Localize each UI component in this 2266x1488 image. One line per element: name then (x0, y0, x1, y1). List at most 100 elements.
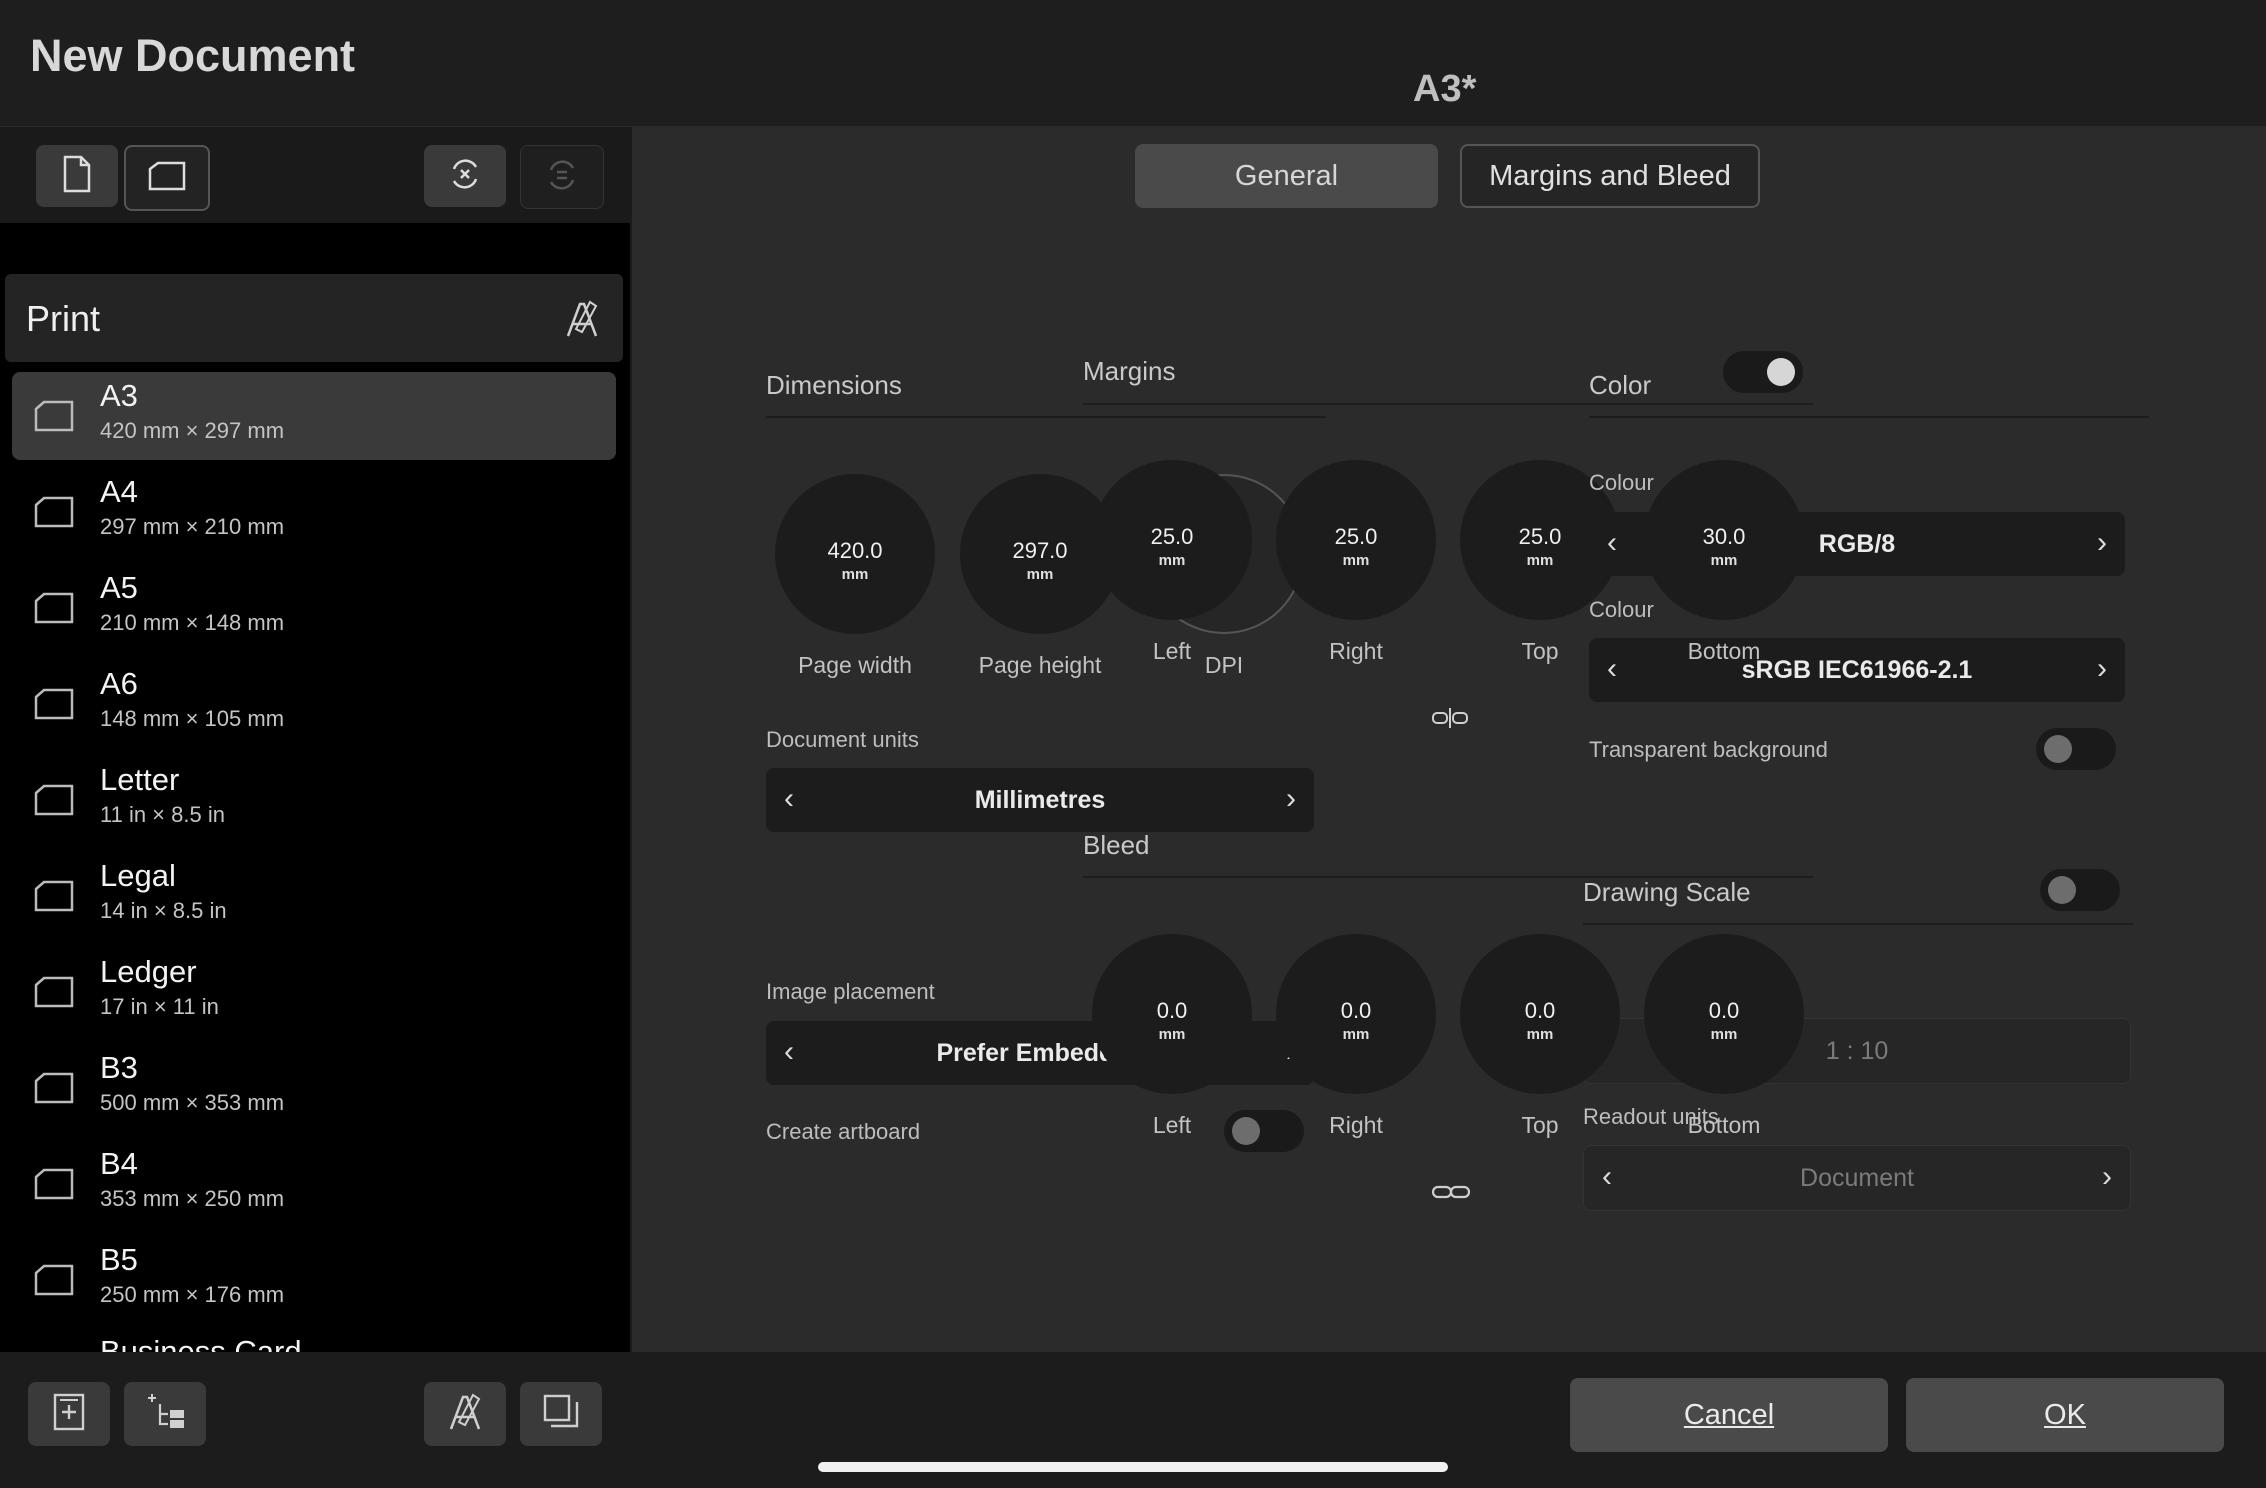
page-width-label: Page width (798, 652, 912, 678)
chevron-right-icon[interactable]: › (1286, 782, 1296, 816)
preset-item-a6[interactable]: A6 148 mm × 105 mm (12, 660, 616, 748)
preset-size: 14 in × 8.5 in (100, 898, 227, 923)
page-width-dial[interactable]: 420.0 mm (775, 474, 935, 634)
margins-divider (1083, 403, 1813, 405)
landscape-page-button[interactable] (124, 145, 210, 211)
preset-item-b5[interactable]: B5 250 mm × 176 mm (12, 1236, 616, 1324)
margin-bottom-unit: mm (1710, 552, 1738, 569)
bleed-bottom-label: Bottom (1687, 1112, 1761, 1138)
bleed-left-unit: mm (1158, 1026, 1186, 1043)
preset-item-ledger[interactable]: Ledger 17 in × 11 in (12, 948, 616, 1036)
preset-item-b3[interactable]: B3 500 mm × 353 mm (12, 1044, 616, 1132)
duplicate-button[interactable] (520, 1382, 602, 1446)
preset-size: 250 mm × 176 mm (100, 1282, 285, 1307)
document-units-label: Document units (766, 727, 919, 752)
add-document-icon (52, 1392, 86, 1437)
add-preset-button[interactable] (28, 1382, 110, 1446)
tab-general[interactable]: General (1135, 144, 1438, 208)
readout-units-stepper[interactable]: ‹ Document › (1583, 1145, 2131, 1211)
preset-item-a4[interactable]: A4 297 mm × 210 mm (12, 468, 616, 556)
bleed-top-dial[interactable]: 0.0 mm (1460, 934, 1620, 1094)
preset-size: 297 mm × 210 mm (100, 514, 285, 539)
preset-size: 11 in × 8.5 in (100, 802, 225, 827)
drawing-scale-toggle[interactable] (2040, 869, 2120, 911)
preset-name: B3 (100, 1050, 138, 1085)
portrait-page-icon (62, 155, 92, 198)
landscape-page-icon (148, 161, 186, 196)
bleed-left-dial[interactable]: 0.0 mm (1092, 934, 1252, 1094)
bleed-right-dial[interactable]: 0.0 mm (1276, 934, 1436, 1094)
chevron-right-icon[interactable]: › (2097, 652, 2107, 686)
preset-name: A3 (100, 378, 138, 413)
bleed-bottom-value: 0.0 (1708, 998, 1740, 1023)
preset-size: 17 in × 11 in (100, 994, 219, 1019)
margins-title: Margins (1083, 356, 1176, 386)
margin-bottom-label: Bottom (1687, 638, 1761, 664)
document-units-stepper[interactable]: ‹ Millimetres › (766, 768, 1314, 832)
landscape-page-icon (34, 400, 74, 437)
bleed-top-unit: mm (1526, 1026, 1554, 1043)
reset-preset-button[interactable] (424, 145, 506, 207)
duplicate-icon (541, 1392, 581, 1437)
drawing-scale-title: Drawing Scale (1583, 877, 1751, 907)
create-artboard-label: Create artboard (766, 1119, 921, 1144)
preset-item-business-card[interactable]: Business Card (12, 1332, 616, 1352)
preset-item-letter[interactable]: Letter 11 in × 8.5 in (12, 756, 616, 844)
bleed-right-unit: mm (1342, 1026, 1370, 1043)
edit-category-icon (445, 1391, 485, 1438)
landscape-page-icon (34, 688, 74, 725)
preset-size: 420 mm × 297 mm (100, 418, 285, 443)
sync-preset-button[interactable] (520, 145, 604, 209)
bleed-bottom-dial[interactable]: 0.0 mm (1644, 934, 1804, 1094)
ok-button[interactable]: OK (1906, 1378, 2224, 1452)
color-toggle[interactable] (1723, 351, 1803, 393)
preset-item-legal[interactable]: Legal 14 in × 8.5 in (12, 852, 616, 940)
edit-category-icon[interactable] (562, 298, 602, 345)
bleed-right-value: 0.0 (1340, 998, 1372, 1023)
transparent-background-label: Transparent background (1589, 737, 1828, 762)
preset-item-a3[interactable]: A3 420 mm × 297 mm (12, 372, 616, 460)
toggle-knob (2044, 735, 2072, 763)
readout-units-value: Document (1800, 1164, 1914, 1192)
add-category-button[interactable] (124, 1382, 206, 1446)
cancel-button[interactable]: Cancel (1570, 1378, 1888, 1452)
preset-name: Legal (100, 858, 176, 893)
landscape-page-icon (34, 592, 74, 629)
portrait-page-button[interactable] (36, 145, 118, 207)
bleed-divider (1083, 876, 1813, 878)
margin-right-value: 25.0 (1334, 524, 1378, 549)
margin-left-label: Left (1152, 638, 1192, 664)
drawing-scale-divider (1583, 923, 2133, 925)
preset-item-b4[interactable]: B4 353 mm × 250 mm (12, 1140, 616, 1228)
chevron-right-icon[interactable]: › (2097, 526, 2107, 560)
page-width-value: 420.0 (827, 538, 883, 563)
dialog-title: New Document (30, 30, 356, 81)
margin-left-unit: mm (1158, 552, 1186, 569)
color-divider (1589, 416, 2149, 418)
bleed-left-value: 0.0 (1156, 998, 1188, 1023)
margin-bottom-dial[interactable]: 30.0 mm (1644, 460, 1804, 620)
landscape-page-icon (34, 496, 74, 533)
transparent-background-toggle[interactable] (2036, 728, 2116, 770)
color-title: Color (1589, 370, 1652, 400)
preset-size: 210 mm × 148 mm (100, 610, 285, 635)
margin-left-dial[interactable]: 25.0 mm (1092, 460, 1252, 620)
linked-chain-icon[interactable] (1431, 1180, 1471, 1209)
preset-size: 500 mm × 353 mm (100, 1090, 285, 1115)
preset-size: 353 mm × 250 mm (100, 1186, 285, 1211)
tab-margins-and-bleed[interactable]: Margins and Bleed (1460, 144, 1760, 208)
rename-category-button[interactable] (424, 1382, 506, 1446)
unlinked-chain-icon[interactable] (1431, 706, 1469, 735)
margin-right-dial[interactable]: 25.0 mm (1276, 460, 1436, 620)
preset-item-a5[interactable]: A5 210 mm × 148 mm (12, 564, 616, 652)
margin-right-label: Right (1329, 638, 1383, 664)
chevron-right-icon[interactable]: › (2102, 1160, 2112, 1194)
bleed-bottom-unit: mm (1710, 1026, 1738, 1043)
page-width-unit: mm (841, 566, 869, 583)
landscape-page-icon (34, 1264, 74, 1301)
bleed-top-value: 0.0 (1524, 998, 1556, 1023)
preset-name: Ledger (100, 954, 197, 989)
margin-bottom-value: 30.0 (1702, 524, 1746, 549)
bleed-right-label: Right (1329, 1112, 1383, 1138)
category-title: Print (26, 298, 101, 339)
